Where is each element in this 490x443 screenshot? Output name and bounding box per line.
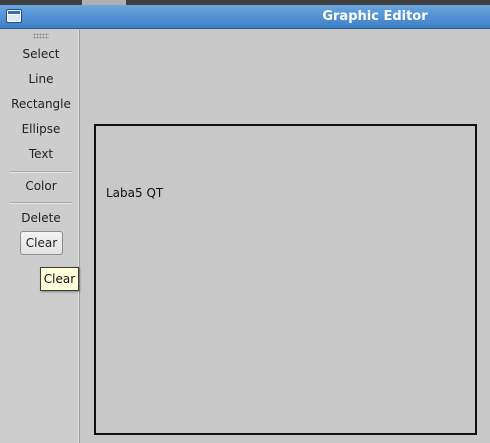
toolbar-separator	[10, 202, 72, 204]
color-button[interactable]: Color	[4, 175, 78, 197]
tool-rectangle[interactable]: Rectangle	[4, 93, 78, 115]
tool-line[interactable]: Line	[4, 68, 78, 90]
app-window-icon[interactable]	[6, 9, 22, 23]
toolbar-separator	[10, 171, 72, 173]
clear-button[interactable]: Clear	[20, 231, 63, 255]
window-titlebar[interactable]: Graphic Editor	[0, 5, 490, 29]
tool-ellipse[interactable]: Ellipse	[4, 118, 78, 140]
scene-rectangle[interactable]	[94, 124, 477, 435]
window-title: Graphic Editor	[322, 9, 428, 24]
scene-text-item[interactable]: Laba5 QT	[106, 186, 163, 200]
clear-tooltip: Clear	[40, 267, 79, 291]
toolbar-grip-handle[interactable]	[33, 33, 49, 39]
tool-text[interactable]: Text	[4, 143, 78, 165]
tool-select[interactable]: Select	[4, 43, 78, 65]
delete-button[interactable]: Delete	[4, 207, 78, 229]
